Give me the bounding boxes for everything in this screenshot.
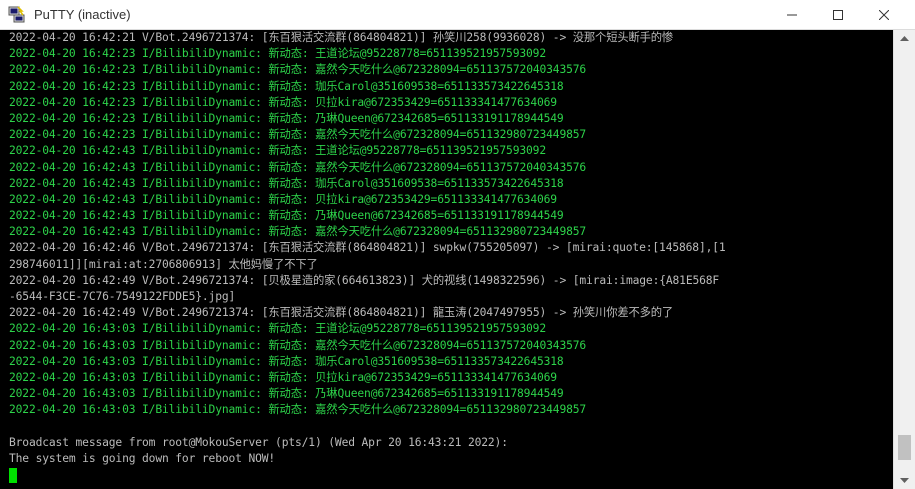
terminal-line: 2022-04-20 16:42:49 V/Bot.2496721374: [东…	[9, 306, 674, 320]
terminal-line: 2022-04-20 16:43:03 I/BilibiliDynamic: 新…	[9, 322, 546, 336]
scroll-track[interactable]	[894, 47, 915, 472]
terminal-lines: 2022-04-20 16:42:21 V/Bot.2496721374: [东…	[9, 30, 726, 484]
minimize-icon	[787, 14, 797, 16]
terminal-line: 2022-04-20 16:42:49 V/Bot.2496721374: [贝…	[9, 273, 720, 287]
putty-window[interactable]: PuTTY (inactive) 2022-04-20 16:42:21 V/B…	[0, 0, 915, 489]
title-bar[interactable]: PuTTY (inactive)	[0, 0, 915, 30]
terminal-line: 2022-04-20 16:42:21 V/Bot.2496721374: [东…	[9, 31, 674, 44]
maximize-icon	[833, 10, 843, 20]
terminal-line: 2022-04-20 16:42:23 I/BilibiliDynamic: 新…	[9, 47, 546, 61]
terminal-line: 2022-04-20 16:42:23 I/BilibiliDynamic: 新…	[9, 111, 564, 125]
cursor-line	[9, 467, 726, 484]
terminal-line: 2022-04-20 16:42:43 I/BilibiliDynamic: 新…	[9, 225, 587, 239]
terminal-line: The system is going down for reboot NOW!	[9, 451, 276, 465]
terminal-output[interactable]: 2022-04-20 16:42:21 V/Bot.2496721374: [东…	[0, 30, 893, 489]
scroll-up-button[interactable]	[894, 30, 915, 47]
scroll-thumb[interactable]	[898, 434, 911, 460]
close-button[interactable]	[861, 0, 907, 30]
terminal-line: 2022-04-20 16:43:03 I/BilibiliDynamic: 新…	[9, 387, 564, 401]
terminal-line: 2022-04-20 16:42:23 I/BilibiliDynamic: 新…	[9, 95, 557, 109]
terminal-line: 298746011]][mirai:at:2706806913] 太他妈慢了不下…	[9, 257, 318, 271]
close-icon	[879, 10, 889, 20]
putty-icon[interactable]	[8, 6, 26, 24]
terminal-line: 2022-04-20 16:43:03 I/BilibiliDynamic: 新…	[9, 370, 557, 384]
terminal-line: 2022-04-20 16:42:23 I/BilibiliDynamic: 新…	[9, 128, 587, 142]
maximize-button[interactable]	[815, 0, 861, 30]
terminal-line: 2022-04-20 16:42:43 I/BilibiliDynamic: 新…	[9, 176, 564, 190]
terminal-line: 2022-04-20 16:42:43 I/BilibiliDynamic: 新…	[9, 160, 587, 174]
terminal-line: Broadcast message from root@MokouServer …	[9, 435, 508, 449]
terminal-line: 2022-04-20 16:42:43 I/BilibiliDynamic: 新…	[9, 144, 546, 158]
window-title: PuTTY (inactive)	[34, 7, 131, 22]
terminal-line: -6544-F3CE-7C76-7549122FDDE5}.jpg]	[9, 290, 236, 303]
terminal-line: 2022-04-20 16:42:43 I/BilibiliDynamic: 新…	[9, 209, 564, 223]
terminal-line: 2022-04-20 16:42:23 I/BilibiliDynamic: 新…	[9, 79, 564, 93]
scroll-down-button[interactable]	[894, 472, 915, 489]
arrow-down-icon	[900, 478, 909, 483]
terminal-cursor	[9, 468, 17, 484]
terminal-line: 2022-04-20 16:42:23 I/BilibiliDynamic: 新…	[9, 63, 587, 77]
terminal-line: 2022-04-20 16:42:43 I/BilibiliDynamic: 新…	[9, 192, 557, 206]
arrow-up-icon	[900, 36, 909, 41]
terminal-line: 2022-04-20 16:43:03 I/BilibiliDynamic: 新…	[9, 338, 587, 352]
terminal-line: 2022-04-20 16:42:46 V/Bot.2496721374: [东…	[9, 241, 726, 255]
vertical-scrollbar[interactable]	[893, 30, 915, 489]
minimize-button[interactable]	[769, 0, 815, 30]
terminal-line: 2022-04-20 16:43:03 I/BilibiliDynamic: 新…	[9, 354, 564, 368]
terminal-line: 2022-04-20 16:43:03 I/BilibiliDynamic: 新…	[9, 403, 587, 417]
